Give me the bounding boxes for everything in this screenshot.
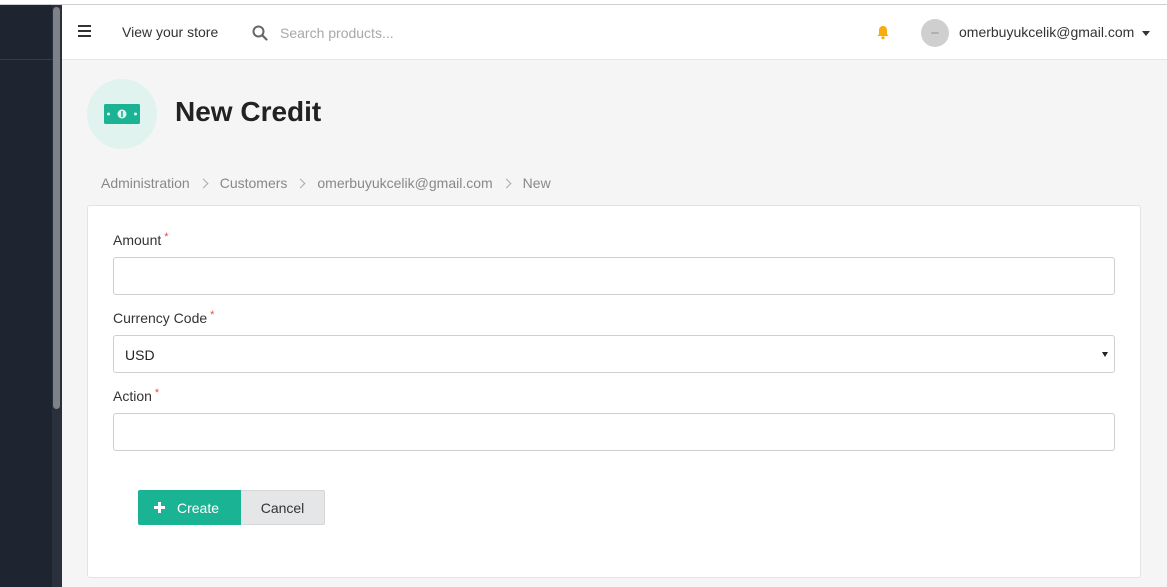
chevron-right-icon — [198, 178, 209, 188]
create-button-label: Create — [177, 499, 220, 516]
breadcrumb-customers[interactable]: Customers — [220, 175, 288, 191]
amount-field[interactable] — [113, 257, 1115, 295]
view-store-link[interactable]: View your store — [122, 24, 218, 40]
caret-down-icon[interactable] — [1142, 31, 1150, 36]
title-icon-circle — [87, 79, 157, 149]
sidebar — [0, 5, 62, 587]
currency-code-select[interactable]: USD — [113, 335, 1115, 373]
avatar[interactable] — [921, 19, 949, 47]
sidebar-divider — [0, 59, 52, 60]
breadcrumb-new: New — [522, 175, 551, 191]
create-button[interactable]: Create — [138, 490, 241, 525]
chevron-right-icon — [501, 178, 512, 188]
bell-icon[interactable] — [876, 25, 890, 40]
required-marker: * — [154, 387, 160, 399]
breadcrumb: Administration Customers omerbuyukcelik@… — [101, 175, 551, 191]
hamburger-icon[interactable] — [78, 25, 91, 39]
search-input[interactable] — [274, 20, 574, 46]
breadcrumb-customer[interactable]: omerbuyukcelik@gmail.com — [317, 175, 492, 191]
currency-code-value: USD — [125, 347, 155, 363]
required-marker: * — [164, 231, 169, 243]
currency-code-label: Currency Code * — [113, 309, 215, 326]
user-email[interactable]: omerbuyukcelik@gmail.com — [959, 24, 1134, 40]
action-label: Action * — [113, 387, 160, 404]
plus-icon — [154, 502, 165, 513]
cancel-button-label: Cancel — [260, 499, 305, 516]
required-marker: * — [210, 309, 215, 321]
page-title: New Credit — [175, 96, 322, 127]
search-icon — [252, 25, 268, 41]
cancel-button[interactable]: Cancel — [241, 490, 325, 525]
amount-label: Amount * — [113, 231, 169, 248]
chevron-right-icon — [295, 178, 306, 188]
action-field[interactable] — [113, 413, 1115, 451]
sidebar-scroll-thumb[interactable] — [53, 7, 60, 409]
select-arrow-icon — [1102, 352, 1108, 357]
top-header: View your store omerbuyukcelik@gmail.com — [62, 5, 1167, 60]
money-bill-icon — [104, 104, 140, 124]
breadcrumb-administration[interactable]: Administration — [101, 175, 190, 191]
